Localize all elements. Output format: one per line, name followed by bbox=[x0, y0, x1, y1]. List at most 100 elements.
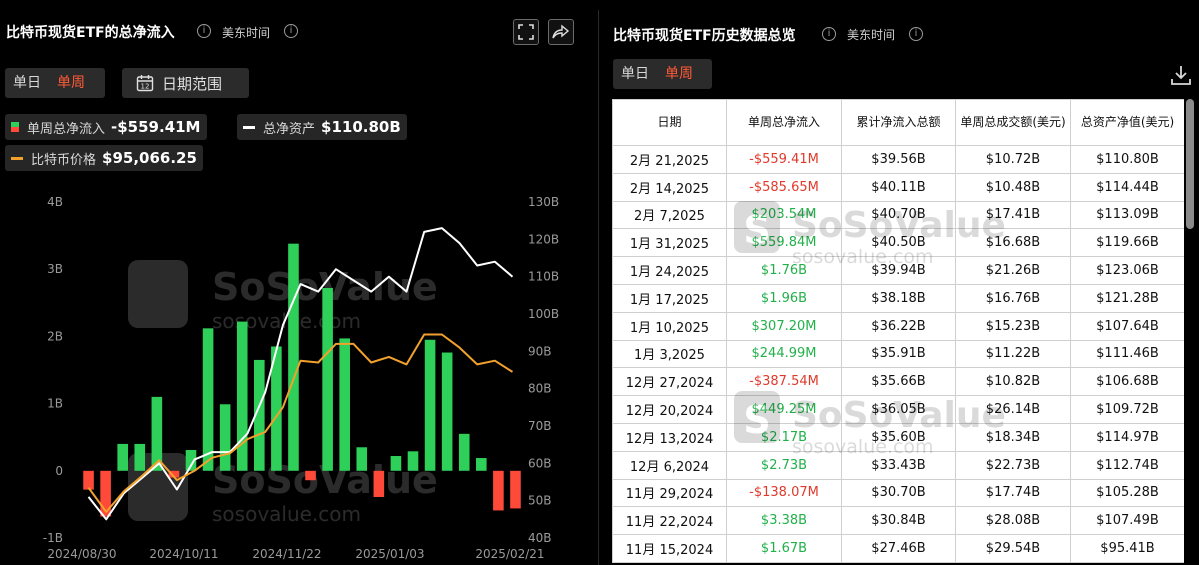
cell-date: 12月 20,2024 bbox=[612, 395, 727, 424]
inflow-bar bbox=[117, 443, 128, 471]
download-icon[interactable] bbox=[1170, 64, 1192, 86]
timezone-label: 美东时间 bbox=[222, 26, 271, 40]
history-table-container[interactable]: 日期 单周总净流入 累计净流入总额 单周总成交额(美元) 总资产净值(美元) 2… bbox=[612, 99, 1184, 565]
table-row[interactable]: 11月 22,2024 $3.38B $30.84B $28.08B $107.49B bbox=[612, 506, 1184, 536]
legend-total-assets[interactable]: 总净资产 $110.80B bbox=[237, 114, 407, 140]
table-row[interactable]: 12月 13,2024 $2.17B $35.60B $18.34B $114.97B bbox=[612, 422, 1184, 452]
col-header-cumulative[interactable]: 累计净流入总额 bbox=[841, 99, 956, 146]
table-row[interactable]: 12月 6,2024 $2.73B $33.43B $22.73B $112.74B bbox=[612, 450, 1184, 480]
date-range-button[interactable]: 12 日期范围 bbox=[122, 68, 249, 98]
share-button[interactable] bbox=[548, 19, 574, 45]
cell-nav: $95.41B bbox=[1070, 534, 1184, 563]
table-row[interactable]: 1月 10,2025 $307.20M $36.22B $15.23B $107.64B bbox=[612, 311, 1184, 341]
timezone-info-icon[interactable]: i bbox=[909, 27, 923, 41]
cell-cumulative: $35.60B bbox=[841, 422, 956, 452]
inflow-bar bbox=[390, 456, 402, 471]
timezone-label: 美东时间 bbox=[847, 28, 896, 42]
cell-weekly-inflow: $244.99M bbox=[726, 339, 842, 369]
cell-volume: $10.82B bbox=[955, 367, 1071, 397]
inflow-bar bbox=[288, 243, 299, 471]
cell-date: 11月 15,2024 bbox=[612, 534, 727, 563]
table-row[interactable]: 2月 21,2025 -$559.41M $39.56B $10.72B $110.80… bbox=[612, 145, 1184, 174]
cell-cumulative: $40.11B bbox=[841, 172, 956, 202]
cell-date: 1月 17,2025 bbox=[612, 283, 727, 313]
svg-text:12: 12 bbox=[141, 83, 150, 91]
table-row[interactable]: 12月 20,2024 $449.25M $36.05B $26.14B $109.72… bbox=[612, 395, 1184, 424]
table-row[interactable]: 2月 14,2025 -$585.65M $40.11B $10.48B $114.44… bbox=[612, 172, 1184, 202]
cell-nav: $114.44B bbox=[1070, 172, 1184, 202]
table-scrollbar[interactable] bbox=[1186, 99, 1194, 229]
col-header-weekly-inflow[interactable]: 单周总净流入 bbox=[726, 99, 842, 146]
tab-weekly[interactable]: 单周 bbox=[49, 68, 93, 98]
tab-weekly[interactable]: 单周 bbox=[657, 59, 701, 89]
x-tick-label: 2025/02/21 bbox=[475, 547, 544, 561]
tab-daily[interactable]: 单日 bbox=[5, 68, 49, 98]
period-toggle: 单日 单周 bbox=[5, 68, 105, 98]
table-row[interactable]: 2月 7,2025 $203.54M $40.70B $17.41B $113.09B bbox=[612, 200, 1184, 230]
info-icon[interactable]: i bbox=[822, 27, 836, 41]
info-icon[interactable]: i bbox=[197, 24, 211, 38]
x-tick-label: 2024/10/11 bbox=[149, 547, 218, 561]
cell-nav: $107.49B bbox=[1070, 506, 1184, 536]
cell-volume: $15.23B bbox=[955, 311, 1071, 341]
net-inflow-chart[interactable]: SoSoValuesosovalue.comSoSoValuesosovalue… bbox=[0, 185, 580, 565]
table-row[interactable]: 12月 27,2024 -$387.54M $35.66B $10.82B $106.6… bbox=[612, 367, 1184, 397]
cell-cumulative: $36.22B bbox=[841, 311, 956, 341]
legend-btc-price[interactable]: 比特币价格 $95,066.25 bbox=[5, 145, 203, 171]
cell-weekly-inflow: $1.76B bbox=[726, 256, 842, 285]
table-row[interactable]: 11月 15,2024 $1.67B $27.46B $29.54B $95.41B bbox=[612, 534, 1184, 563]
cell-date: 1月 31,2025 bbox=[612, 228, 727, 258]
cell-nav: $111.46B bbox=[1070, 339, 1184, 369]
cell-date: 1月 10,2025 bbox=[612, 311, 727, 341]
cell-cumulative: $35.66B bbox=[841, 367, 956, 397]
cell-nav: $105.28B bbox=[1070, 478, 1184, 508]
cell-date: 12月 6,2024 bbox=[612, 450, 727, 480]
legend-price-label: 比特币价格 bbox=[31, 152, 97, 168]
cell-cumulative: $27.46B bbox=[841, 534, 956, 563]
cell-volume: $16.68B bbox=[955, 228, 1071, 258]
tab-daily[interactable]: 单日 bbox=[613, 59, 657, 89]
cell-date: 12月 13,2024 bbox=[612, 422, 727, 452]
col-header-volume[interactable]: 单周总成交额(美元) bbox=[955, 99, 1071, 146]
cell-cumulative: $30.84B bbox=[841, 506, 956, 536]
x-tick-label: 2025/01/03 bbox=[355, 547, 424, 561]
history-title: 比特币现货ETF历史数据总览 bbox=[613, 28, 796, 44]
cell-weekly-inflow: $3.38B bbox=[726, 506, 842, 536]
cell-cumulative: $39.56B bbox=[841, 145, 956, 174]
cell-cumulative: $39.94B bbox=[841, 256, 956, 285]
inflow-bar bbox=[305, 470, 316, 481]
fullscreen-button[interactable] bbox=[513, 19, 539, 45]
table-row[interactable]: 1月 17,2025 $1.96B $38.18B $16.76B $121.28B bbox=[612, 283, 1184, 313]
y-right-tick-label: 70B bbox=[528, 419, 552, 433]
inflow-bar bbox=[202, 328, 214, 471]
col-header-date[interactable]: 日期 bbox=[612, 99, 727, 146]
cell-date: 2月 7,2025 bbox=[612, 200, 727, 230]
inflow-bar bbox=[476, 458, 487, 471]
line-swatch-icon bbox=[243, 125, 255, 129]
watermark-logo: SoSoValuesosovalue.com bbox=[128, 260, 438, 333]
inflow-bar bbox=[339, 338, 350, 471]
inflow-bar bbox=[151, 396, 163, 471]
table-row[interactable]: 1月 3,2025 $244.99M $35.91B $11.22B $111.46B bbox=[612, 339, 1184, 369]
inflow-bar bbox=[373, 470, 385, 498]
col-header-nav[interactable]: 总资产净值(美元) bbox=[1070, 99, 1184, 146]
cell-cumulative: $30.70B bbox=[841, 478, 956, 508]
legend-net-inflow[interactable]: 单周总净流入 -$559.41M bbox=[5, 114, 207, 140]
timezone-info-icon[interactable]: i bbox=[284, 24, 298, 38]
table-row[interactable]: 1月 31,2025 $559.84M $40.50B $16.68B $119.66B bbox=[612, 228, 1184, 258]
watermark-url: sosovalue.com bbox=[212, 502, 361, 526]
y-left-tick-label: 2B bbox=[47, 329, 63, 343]
table-row[interactable]: 11月 29,2024 -$138.07M $30.70B $17.74B $105.2… bbox=[612, 478, 1184, 508]
cell-cumulative: $40.50B bbox=[841, 228, 956, 258]
y-right-tick-label: 50B bbox=[528, 494, 552, 508]
y-right-tick-label: 40B bbox=[528, 531, 552, 545]
table-row[interactable]: 1月 24,2025 $1.76B $39.94B $21.26B $123.06B bbox=[612, 256, 1184, 285]
cell-date: 2月 21,2025 bbox=[612, 145, 727, 174]
cell-volume: $18.34B bbox=[955, 422, 1071, 452]
cell-weekly-inflow: -$138.07M bbox=[726, 478, 842, 508]
cell-weekly-inflow: -$387.54M bbox=[726, 367, 842, 397]
table-header-row: 日期 单周总净流入 累计净流入总额 单周总成交额(美元) 总资产净值(美元) bbox=[612, 99, 1184, 146]
cell-volume: $21.26B bbox=[955, 256, 1071, 285]
cell-weekly-inflow: $203.54M bbox=[726, 200, 842, 230]
cell-date: 2月 14,2025 bbox=[612, 172, 727, 202]
